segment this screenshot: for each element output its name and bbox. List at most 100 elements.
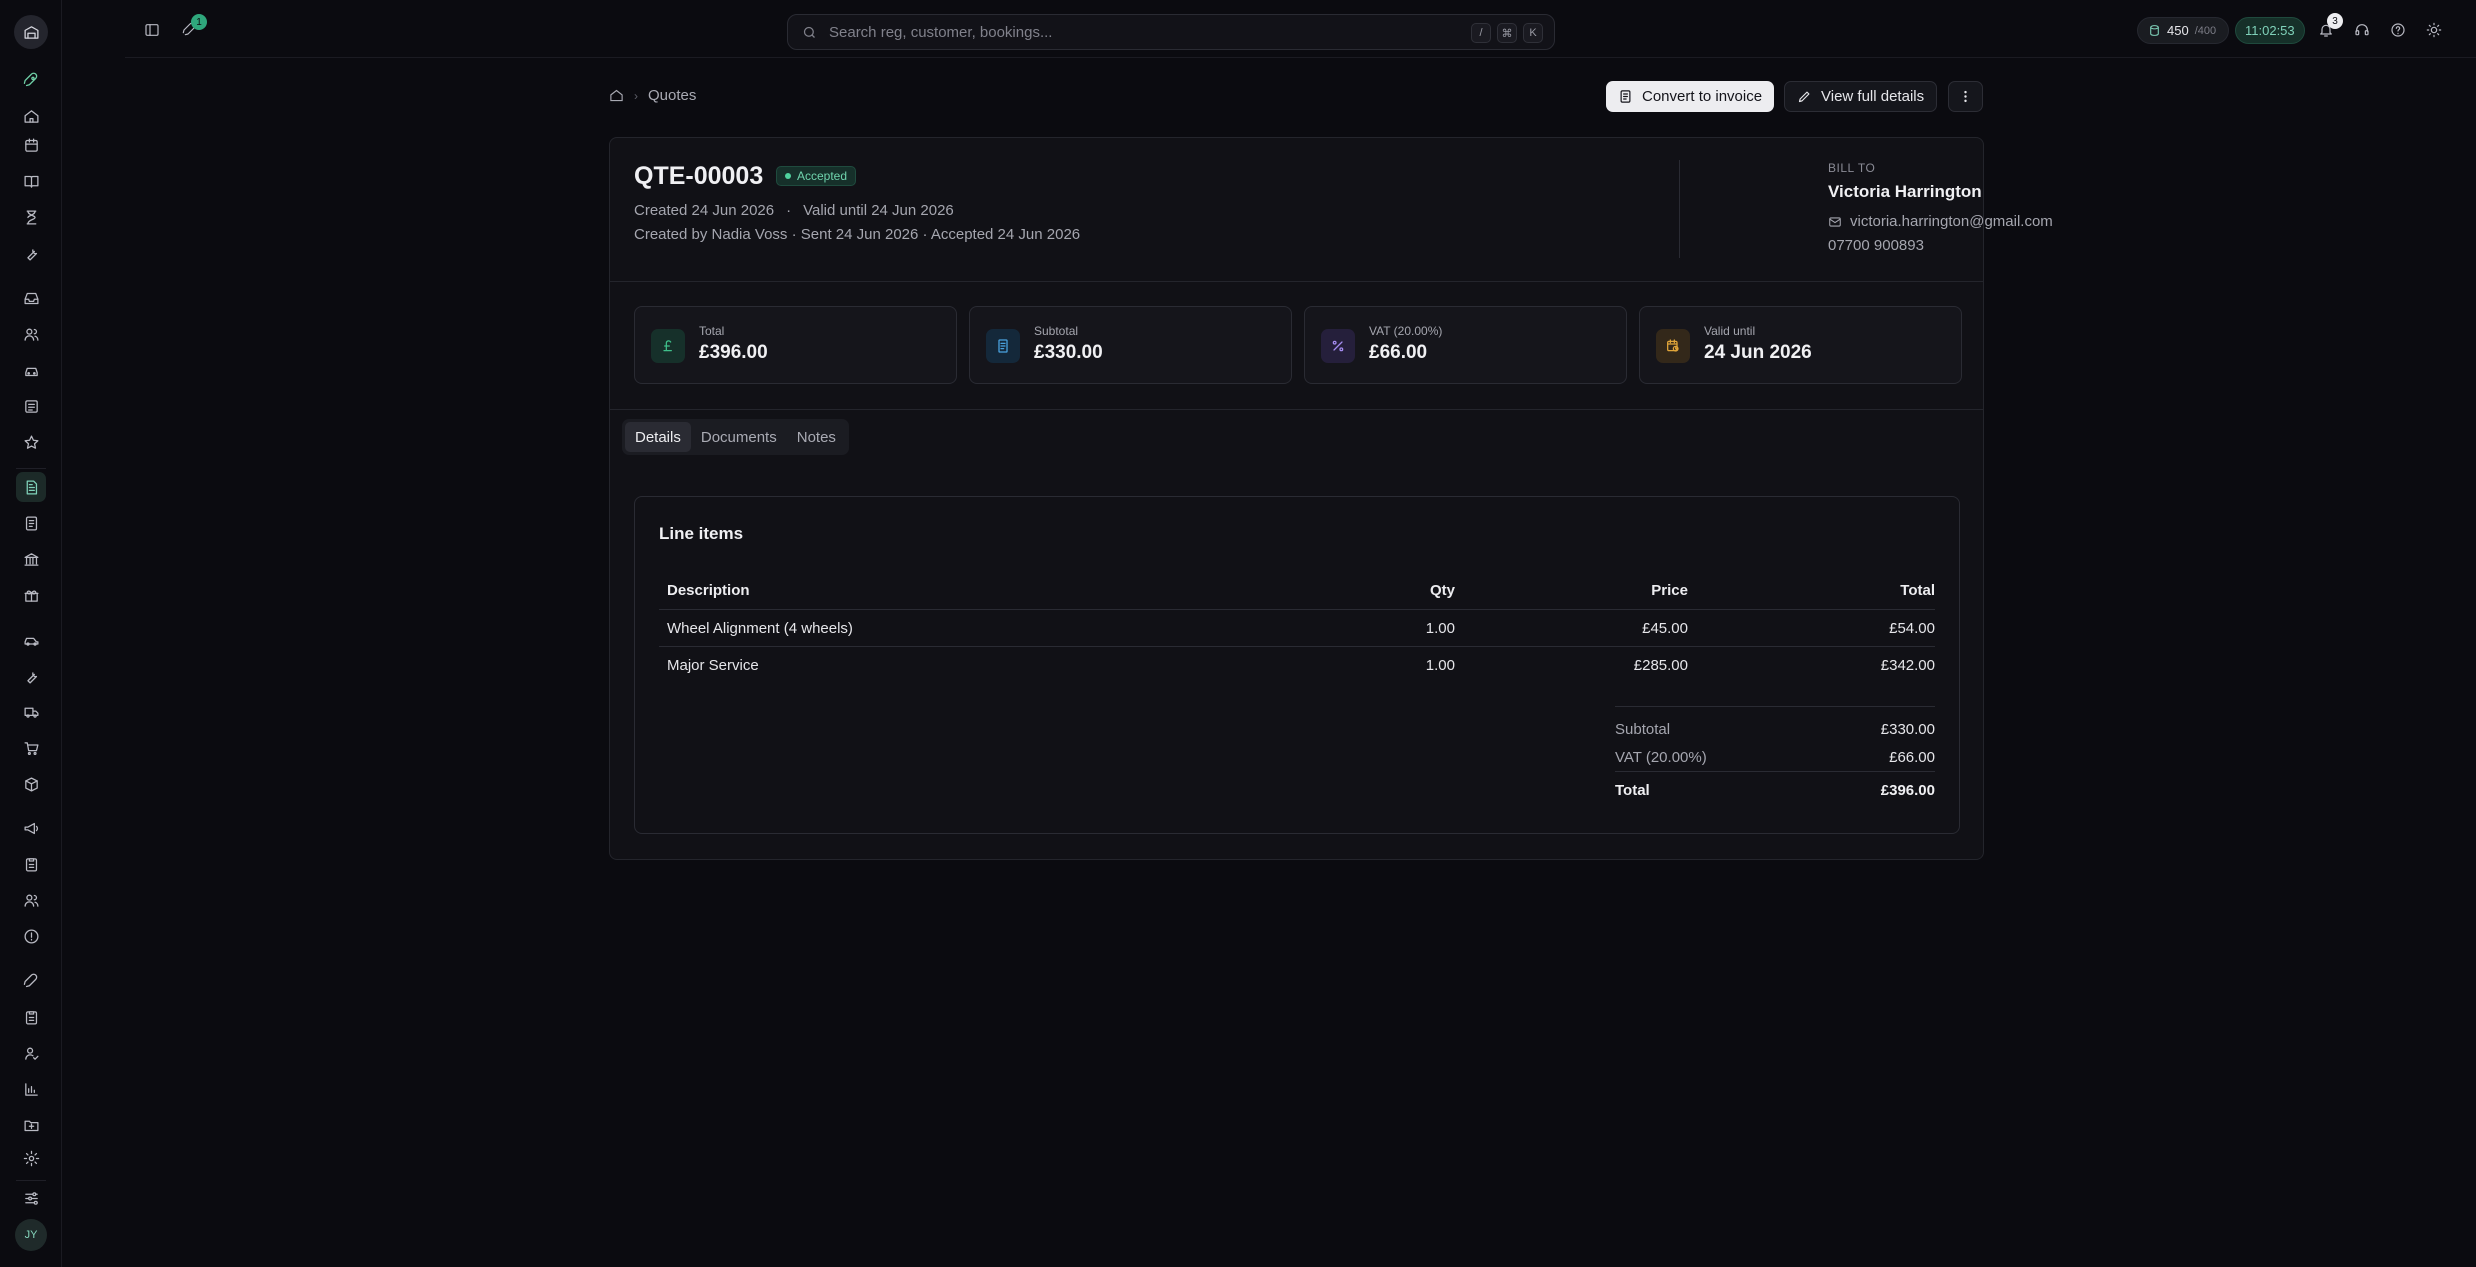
stat-total: Total £396.00 [634,306,957,384]
credits-max: /400 [2194,24,2217,37]
rocket-icon[interactable]: 1 [177,14,207,43]
breadcrumb-current[interactable]: Quotes [648,87,696,104]
stat-vat: VAT (20.00%) £66.00 [1304,306,1627,384]
star-icon[interactable] [16,427,46,457]
invoice-icon[interactable] [16,508,46,538]
bar-chart-icon[interactable] [16,1074,46,1104]
line-items-card: Line items Description Qty Price Total W… [634,496,1960,834]
quotes-icon[interactable] [16,472,46,502]
notification-badge: 3 [2327,13,2343,29]
calendar-clock-icon [1656,329,1690,363]
rocket-badge: 1 [191,14,207,30]
col-price: Price [1651,581,1688,599]
clipboard-icon[interactable] [16,849,46,879]
user-check-icon[interactable] [16,1038,46,1068]
more-options-button[interactable] [1948,81,1983,112]
puzzle-icon[interactable] [16,966,46,996]
table-row[interactable]: Major Service 1.00 £285.00 £342.00 [659,647,1935,684]
sidebar-toggle-icon[interactable] [139,17,165,43]
cell-qty: 1.00 [1425,619,1455,637]
quote-history: Created by Nadia Voss · Sent 24 Jun 2026… [634,226,1081,243]
home-icon[interactable] [609,88,624,103]
status-label: Accepted [797,169,848,183]
bill-to-label: BILL TO [1828,161,1876,175]
total-row: Total £396.00 [1615,771,1935,805]
customer-name[interactable]: Victoria Harrington [1828,182,1982,202]
cell-price: £45.00 [1642,619,1688,637]
invoice-icon [1620,90,1631,103]
users-icon[interactable] [16,319,46,349]
convert-to-invoice-button[interactable]: Convert to invoice [1606,81,1775,112]
tab-bar: Details Documents Notes [622,419,849,455]
cell-total: £54.00 [1889,619,1935,637]
header-divider [1679,160,1680,258]
col-description: Description [667,581,750,599]
vat-value: £66.00 [1889,749,1935,766]
stat-value: £330.00 [1034,342,1103,363]
sliders-icon[interactable] [16,1183,46,1213]
stat-value: 24 Jun 2026 [1704,342,1812,363]
tab-notes[interactable]: Notes [787,422,846,452]
customer-email-value: victoria.harrington@gmail.com [1850,213,2053,230]
box-icon[interactable] [16,769,46,799]
alert-circle-icon[interactable] [16,921,46,951]
cell-description: Wheel Alignment (4 wheels) [667,619,853,637]
vat-row: VAT (20.00%) £66.00 [1615,735,1935,766]
cell-description: Major Service [667,657,759,674]
pencil-icon [1798,91,1810,103]
status-badge: Accepted [776,166,857,186]
help-icon[interactable] [2385,17,2411,43]
bell-icon[interactable]: 3 [2313,13,2343,43]
status-dot [785,173,791,179]
subtotal-row: Subtotal £330.00 [1615,707,1935,738]
table-row[interactable]: Wheel Alignment (4 wheels) 1.00 £45.00 £… [659,610,1935,647]
cell-price: £285.00 [1633,657,1688,674]
totals-block: Subtotal £330.00 VAT (20.00%) £66.00 Tot… [1615,706,1935,805]
home-icon[interactable] [16,101,46,131]
inbox-icon[interactable] [16,283,46,313]
report-icon[interactable] [16,1002,46,1032]
rocket-icon[interactable] [16,65,46,95]
credits-pill[interactable]: 450 /400 [2137,17,2230,44]
settings-icon[interactable] [16,1143,46,1173]
cell-qty: 1.00 [1425,657,1455,674]
folder-icon[interactable] [16,1110,46,1140]
user-avatar[interactable]: JY [15,1219,47,1251]
line-items-title: Line items [659,524,744,543]
gift-icon[interactable] [16,580,46,610]
team-icon[interactable] [16,885,46,915]
headset-icon[interactable] [2349,17,2375,43]
truck-icon[interactable] [16,697,46,727]
customer-email[interactable]: victoria.harrington@gmail.com [1828,213,2053,230]
car-icon[interactable] [16,355,46,385]
total-value: £396.00 [1880,782,1935,799]
search-input[interactable]: Search reg, customer, bookings... / ⌘ K [787,14,1555,50]
megaphone-icon[interactable] [16,813,46,843]
book-icon[interactable] [16,166,46,196]
stat-label: Total [699,324,725,338]
quote-card: QTE-00003 Accepted Created 24 Jun 2026 ·… [609,137,2053,860]
hourglass-icon[interactable] [16,202,46,232]
cart-icon[interactable] [16,733,46,763]
bank-icon[interactable] [16,544,46,574]
clock-pill[interactable]: 11:02:53 [2235,17,2305,44]
wrench-icon[interactable] [16,238,46,268]
convert-label: Convert to invoice [1642,88,1763,105]
tab-details[interactable]: Details [625,422,691,452]
view-label: View full details [1821,88,1925,105]
valid-until-date: Valid until 24 Jun 2026 [803,202,954,219]
calendar-icon[interactable] [16,130,46,160]
stat-label: Subtotal [1034,324,1079,338]
section-divider [610,409,1983,410]
vehicle-icon[interactable] [16,625,46,655]
view-full-details-button[interactable]: View full details [1784,81,1938,112]
customer-phone[interactable]: 07700 900893 [1828,237,1924,254]
garage-logo-icon[interactable] [14,15,48,49]
database-icon [2150,25,2159,36]
sun-icon[interactable] [2421,17,2447,43]
total-label: Total [1615,782,1650,799]
search-icon [803,26,815,38]
tab-documents[interactable]: Documents [691,422,787,452]
tools-icon[interactable] [16,661,46,691]
checklist-icon[interactable] [16,391,46,421]
